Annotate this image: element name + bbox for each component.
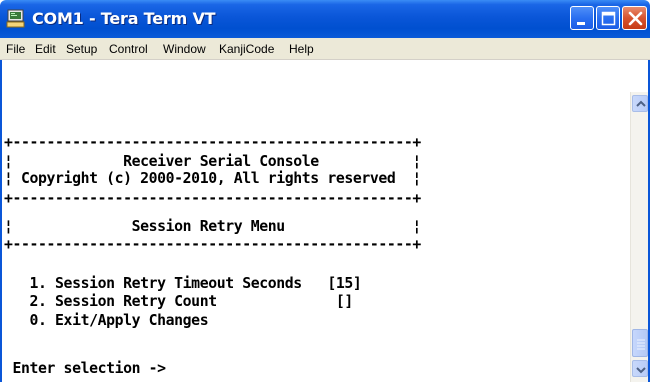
- window-title: COM1 - Tera Term VT: [32, 9, 216, 28]
- minimize-button[interactable]: [570, 6, 594, 30]
- maximize-button[interactable]: [596, 6, 620, 30]
- menu-edit[interactable]: Edit: [35, 41, 56, 57]
- menu-bar: File Edit Setup Control Window KanjiCode…: [0, 38, 650, 60]
- option-retry-timeout: 1. Session Retry Timeout Seconds [15]: [4, 275, 362, 292]
- close-icon: [628, 11, 643, 26]
- arrow-up-icon: [636, 100, 646, 107]
- menu-kanjicode[interactable]: KanjiCode: [219, 41, 274, 57]
- tera-term-icon[interactable]: [6, 9, 26, 28]
- menu-file[interactable]: File: [6, 41, 25, 57]
- scrollbar-thumb[interactable]: [632, 329, 648, 357]
- title-bar[interactable]: COM1 - Tera Term VT: [0, 0, 650, 38]
- copyright-line: ¦ Copyright (c) 2000-2010, All rights re…: [4, 170, 421, 187]
- menu-window[interactable]: Window: [163, 41, 206, 57]
- menu-setup[interactable]: Setup: [66, 41, 97, 57]
- box-border-bottom: +---------------------------------------…: [4, 236, 421, 253]
- arrow-down-icon: [636, 367, 646, 374]
- menu-help[interactable]: Help: [289, 41, 314, 57]
- box-border-top: +---------------------------------------…: [4, 134, 421, 151]
- scroll-down-button[interactable]: [632, 360, 648, 377]
- scroll-up-button[interactable]: [632, 95, 648, 112]
- grip-icon: [637, 339, 645, 350]
- selection-prompt: Enter selection ->: [4, 360, 167, 377]
- menu-control[interactable]: Control: [109, 41, 148, 57]
- minimize-icon: [577, 22, 585, 25]
- terminal-screen[interactable]: +---------------------------------------…: [4, 92, 628, 382]
- menu-heading: ¦ Session Retry Menu ¦: [4, 218, 421, 235]
- vertical-scrollbar[interactable]: [630, 92, 648, 382]
- box-border-middle: +---------------------------------------…: [4, 190, 421, 207]
- option-retry-count: 2. Session Retry Count []: [4, 293, 354, 310]
- maximize-icon: [601, 11, 616, 26]
- option-exit-apply: 0. Exit/Apply Changes: [4, 312, 209, 329]
- close-button[interactable]: [622, 6, 647, 30]
- console-title: ¦ Receiver Serial Console ¦: [4, 153, 421, 170]
